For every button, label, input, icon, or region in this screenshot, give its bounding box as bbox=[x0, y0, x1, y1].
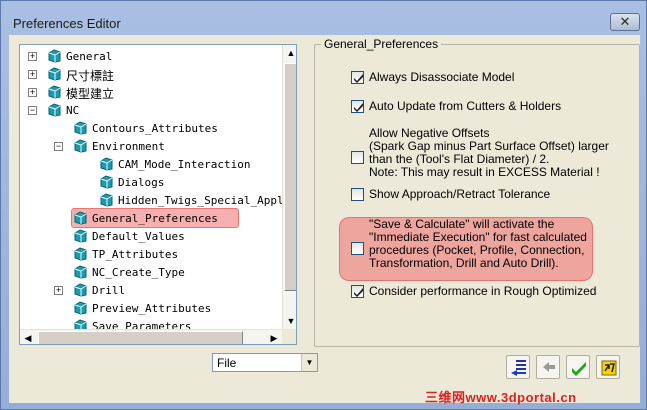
scroll-up-icon[interactable]: ▲ bbox=[283, 45, 296, 61]
collapse-icon[interactable]: − bbox=[28, 106, 37, 115]
close-button[interactable]: ✕ bbox=[610, 13, 640, 31]
tree-vertical-scrollbar[interactable]: ▲ ▼ bbox=[282, 45, 296, 329]
expand-icon[interactable]: + bbox=[28, 88, 37, 97]
group-title: General_Preferences bbox=[321, 37, 442, 51]
tree-node-label: 模型建立 bbox=[66, 87, 115, 101]
preferences-window: Preferences Editor ✕ + General + 尺寸標註 + 模型建立 −… bbox=[0, 0, 647, 410]
tree-node-label: NC_Create_Type bbox=[92, 266, 185, 279]
tree-node[interactable]: TP_Attributes bbox=[20, 246, 282, 264]
chevron-down-icon[interactable]: ▼ bbox=[301, 354, 317, 371]
tree-node[interactable]: + 尺寸標註 bbox=[20, 66, 282, 84]
tree-node[interactable]: General_Preferences bbox=[20, 208, 282, 228]
reset-button[interactable] bbox=[596, 355, 620, 379]
reset-icon bbox=[601, 360, 617, 376]
folder-cube-icon bbox=[74, 121, 87, 135]
import-icon bbox=[511, 360, 526, 376]
tree-node-label: General_Preferences bbox=[92, 212, 218, 225]
tree-node[interactable]: Dialogs bbox=[20, 174, 282, 192]
close-icon: ✕ bbox=[619, 14, 631, 29]
scrollbar-corner bbox=[282, 329, 296, 344]
scroll-right-icon[interactable]: ▶ bbox=[266, 330, 282, 344]
checkbox-checked[interactable] bbox=[351, 71, 364, 84]
option-label: Allow Negative Offsets (Spark Gap minus … bbox=[369, 126, 609, 179]
watermark: 三维网www.3dportal.cn bbox=[425, 390, 577, 405]
tree-node[interactable]: NC_Create_Type bbox=[20, 264, 282, 282]
folder-cube-icon bbox=[48, 85, 61, 99]
expand-icon[interactable]: + bbox=[28, 70, 37, 79]
checkbox-unchecked[interactable] bbox=[351, 151, 364, 164]
option-label: Show Approach/Retract Tolerance bbox=[369, 187, 551, 201]
tree-horizontal-scrollbar[interactable]: ◀ ▶ bbox=[20, 329, 282, 344]
folder-cube-icon bbox=[100, 193, 113, 207]
tree-node-label: Preview_Attributes bbox=[92, 302, 212, 315]
ok-check-icon bbox=[572, 362, 586, 376]
import-button[interactable] bbox=[506, 355, 530, 379]
option-label: Always Disassociate Model bbox=[369, 70, 515, 84]
tree-node-label: Drill bbox=[92, 284, 126, 297]
tree-node[interactable]: + 模型建立 bbox=[20, 84, 282, 102]
folder-cube-icon bbox=[74, 319, 87, 329]
export-button[interactable] bbox=[536, 355, 560, 379]
general-preferences-group: General_Preferences Always Disassociate … bbox=[314, 37, 640, 347]
folder-cube-icon bbox=[74, 247, 87, 261]
tree-node-label: TP_Attributes bbox=[92, 248, 179, 261]
folder-cube-icon bbox=[48, 49, 61, 63]
tree-node-label: Hidden_Twigs_Special_Appli bbox=[118, 194, 282, 207]
tree-node-label: Default_Values bbox=[92, 230, 185, 243]
tree-node[interactable]: CAM_Mode_Interaction bbox=[20, 156, 282, 174]
option-label: Auto Update from Cutters & Holders bbox=[369, 99, 562, 113]
tree-node-label: CAM_Mode_Interaction bbox=[118, 158, 251, 171]
expand-icon[interactable]: + bbox=[28, 52, 37, 61]
folder-cube-icon bbox=[74, 211, 87, 225]
scroll-left-icon[interactable]: ◀ bbox=[20, 330, 36, 344]
folder-cube-icon bbox=[74, 301, 87, 315]
client-area: + General + 尺寸標註 + 模型建立 − NC Contours_Attributes… bbox=[9, 35, 640, 403]
tree-node-label: Environment bbox=[92, 140, 165, 153]
tree-node-label: Contours_Attributes bbox=[92, 122, 218, 135]
tree-node-label: General bbox=[66, 50, 113, 63]
tree-node[interactable]: + Drill bbox=[20, 282, 282, 300]
tree-node-label: Dialogs bbox=[118, 176, 165, 189]
checkbox-unchecked[interactable] bbox=[351, 242, 364, 255]
tree-node[interactable]: Default_Values bbox=[20, 228, 282, 246]
tree-node[interactable]: Preview_Attributes bbox=[20, 300, 282, 318]
folder-cube-icon bbox=[74, 283, 87, 297]
tree-viewport: + General + 尺寸標註 + 模型建立 − NC Contours_Attributes… bbox=[20, 45, 282, 329]
folder-cube-icon bbox=[74, 265, 87, 279]
window-title: Preferences Editor bbox=[13, 16, 121, 31]
option-label: "Save & Calculate" will activate the "Im… bbox=[369, 217, 587, 270]
checkbox-checked[interactable] bbox=[351, 100, 364, 113]
tree-node[interactable]: Contours_Attributes bbox=[20, 120, 282, 138]
expand-icon[interactable]: + bbox=[54, 286, 63, 295]
tree-node-label: NC bbox=[66, 104, 80, 117]
folder-cube-icon bbox=[48, 67, 61, 81]
tree-node[interactable]: Save_Parameters bbox=[20, 318, 282, 329]
folder-cube-icon bbox=[74, 139, 87, 153]
export-icon bbox=[543, 362, 555, 372]
ok-button[interactable] bbox=[566, 355, 590, 379]
category-select-value: File bbox=[217, 356, 237, 370]
collapse-icon[interactable]: − bbox=[54, 142, 63, 151]
tree-node[interactable]: − NC bbox=[20, 102, 282, 120]
tree-node-label: Save_Parameters bbox=[92, 320, 192, 329]
category-select[interactable]: File ▼ bbox=[212, 353, 318, 372]
scroll-down-icon[interactable]: ▼ bbox=[283, 313, 296, 329]
folder-cube-icon bbox=[48, 103, 61, 117]
folder-cube-icon bbox=[100, 175, 113, 189]
checkbox-unchecked[interactable] bbox=[351, 188, 364, 201]
horizontal-scroll-thumb[interactable] bbox=[38, 331, 243, 344]
title-bar[interactable]: Preferences Editor ✕ bbox=[1, 1, 646, 35]
option-label: Consider performance in Rough Optimized bbox=[369, 284, 597, 298]
folder-cube-icon bbox=[100, 157, 113, 171]
folder-cube-icon bbox=[74, 229, 87, 243]
tree-node-label: 尺寸標註 bbox=[66, 69, 115, 83]
vertical-scroll-thumb[interactable] bbox=[284, 63, 296, 291]
tree-node[interactable]: − Environment bbox=[20, 138, 282, 156]
tree-node[interactable]: + General bbox=[20, 48, 282, 66]
preferences-tree[interactable]: + General + 尺寸標註 + 模型建立 − NC Contours_Attributes… bbox=[19, 44, 297, 345]
checkbox-checked[interactable] bbox=[351, 285, 364, 298]
